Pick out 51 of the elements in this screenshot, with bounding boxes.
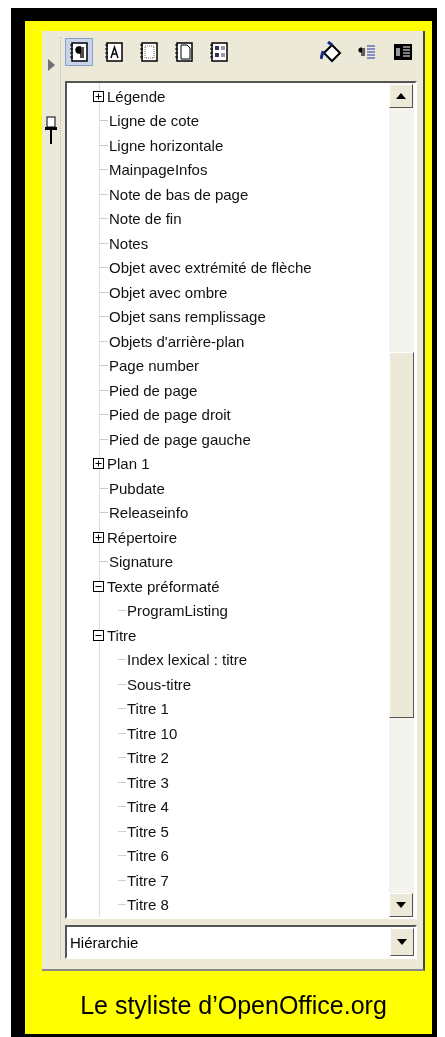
style-item[interactable]: MainpageInfos bbox=[108, 161, 209, 179]
style-item[interactable]: Titre 6 bbox=[126, 847, 170, 865]
style-item[interactable]: Note de bas de page bbox=[108, 185, 250, 203]
style-item[interactable]: Index lexical : titre bbox=[126, 651, 249, 669]
style-item[interactable]: Note de fin bbox=[108, 210, 183, 228]
style-item[interactable]: Titre 3 bbox=[126, 773, 170, 791]
expand-icon[interactable] bbox=[93, 90, 104, 102]
style-item[interactable]: Titre 4 bbox=[126, 798, 170, 816]
style-item[interactable]: Titre 2 bbox=[126, 749, 170, 767]
style-item[interactable]: Légende bbox=[106, 87, 167, 105]
style-item[interactable]: Titre bbox=[106, 626, 138, 644]
expand-icon[interactable] bbox=[93, 531, 104, 543]
paragraph-block-icon bbox=[392, 41, 414, 63]
style-item[interactable]: Page number bbox=[108, 357, 201, 375]
scrollbar-thumb[interactable] bbox=[389, 352, 414, 718]
style-item[interactable]: ProgramListing bbox=[126, 602, 229, 620]
style-item[interactable]: Pubdate bbox=[108, 479, 166, 497]
style-item[interactable]: Ligne de cote bbox=[108, 112, 201, 130]
style-item[interactable]: Releaseinfo bbox=[108, 504, 190, 522]
style-item[interactable]: Titre 7 bbox=[126, 871, 170, 889]
collapse-icon[interactable] bbox=[93, 580, 104, 592]
scroll-down-button[interactable] bbox=[389, 893, 413, 917]
style-item[interactable]: Signature bbox=[108, 553, 175, 571]
dropdown-arrow-icon bbox=[397, 939, 407, 945]
style-item[interactable]: Sous-titre bbox=[126, 675, 193, 693]
style-item[interactable]: Objet avec extrémité de flèche bbox=[108, 259, 313, 277]
style-item[interactable]: Objets d'arrière-plan bbox=[108, 332, 246, 350]
style-item[interactable]: Titre 8 bbox=[126, 896, 170, 914]
style-item[interactable]: Pied de page bbox=[108, 381, 199, 399]
arrow-icon[interactable] bbox=[47, 59, 55, 71]
paragraph-styles-button[interactable] bbox=[65, 38, 93, 66]
style-item[interactable]: Pied de page droit bbox=[108, 406, 232, 424]
style-item[interactable]: Titre 5 bbox=[126, 822, 170, 840]
filter-dropdown[interactable]: Hiérarchie bbox=[65, 925, 417, 959]
style-item[interactable]: Ligne horizontale bbox=[108, 136, 225, 154]
style-item[interactable]: Notes bbox=[108, 234, 150, 252]
expand-icon[interactable] bbox=[93, 458, 104, 470]
style-item[interactable]: Titre 1 bbox=[126, 700, 170, 718]
style-item[interactable]: Répertoire bbox=[106, 528, 179, 546]
style-item[interactable]: Plan 1 bbox=[106, 455, 151, 473]
caption: Le styliste d’OpenOffice.org bbox=[79, 990, 388, 1020]
collapse-icon[interactable] bbox=[93, 629, 104, 641]
style-item[interactable]: Objet avec ombre bbox=[108, 283, 229, 301]
style-item[interactable]: Pied de page gauche bbox=[108, 430, 252, 448]
up-arrow-icon bbox=[396, 93, 406, 99]
scroll-up-button[interactable] bbox=[389, 84, 413, 108]
down-arrow-icon bbox=[396, 902, 406, 908]
style-item[interactable]: Titre 10 bbox=[126, 724, 179, 742]
style-item[interactable]: Texte préformaté bbox=[106, 577, 221, 595]
style-item[interactable]: Objet sans remplissage bbox=[108, 308, 267, 326]
pin-icon[interactable] bbox=[45, 115, 57, 145]
